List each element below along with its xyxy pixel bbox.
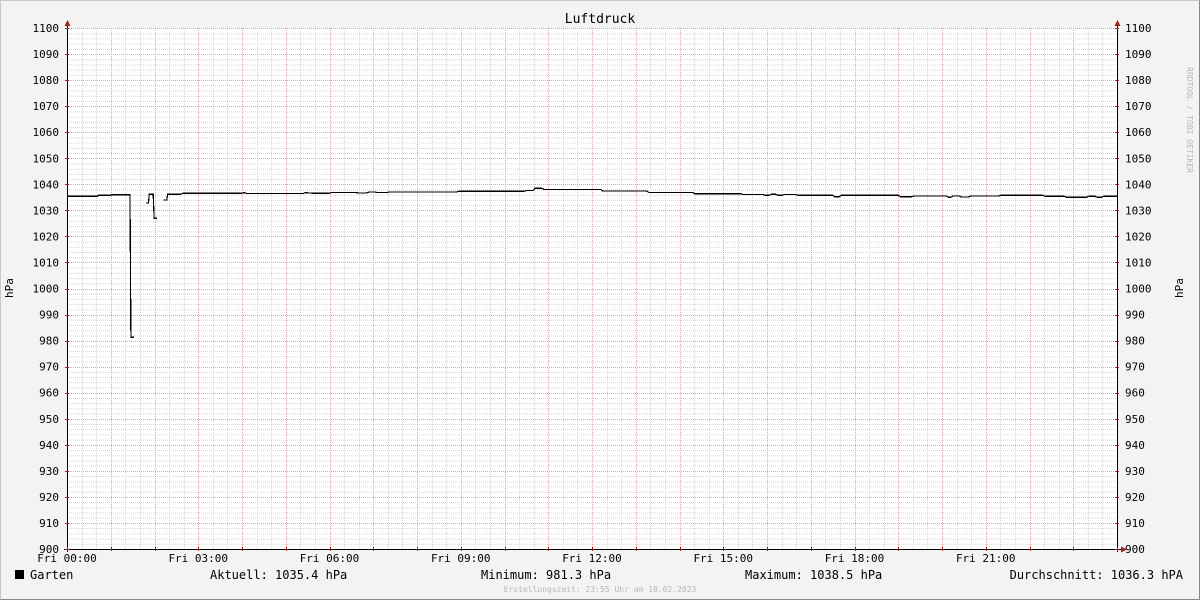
y-axis-right-arrow: [1114, 20, 1121, 26]
y-tick-label-left: 1090: [33, 48, 60, 61]
y-tick-label-right: 1030: [1125, 204, 1152, 217]
y-tick-label-right: 930: [1125, 465, 1145, 478]
y-tick-label-left: 990: [39, 309, 59, 322]
x-tick-label: Fri 09:00: [431, 552, 491, 565]
y-tick-label-right: 1080: [1125, 74, 1152, 87]
y-tick-label-left: 1000: [33, 283, 60, 296]
y-tick-label-right: 1060: [1125, 126, 1152, 139]
legend-swatch: [15, 570, 24, 579]
y-tick-label-left: 1070: [33, 100, 60, 113]
x-tick-label: Fri 06:00: [300, 552, 360, 565]
y-tick-label-right: 940: [1125, 439, 1145, 452]
y-axis-left-labels: 9009109209309409509609709809901000101010…: [33, 22, 60, 556]
y-tick-label-right: 1100: [1125, 22, 1152, 35]
y-tick-label-right: 920: [1125, 491, 1145, 504]
x-tick-label: Fri 12:00: [562, 552, 622, 565]
y-axis-label-right: hPa: [1173, 278, 1186, 298]
y-tick-label-left: 1040: [33, 178, 60, 191]
y-tick-label-left: 970: [39, 361, 59, 374]
y-tick-label-left: 1080: [33, 74, 60, 87]
x-tick-label: Fri 21:00: [956, 552, 1016, 565]
y-axis-label-left: hPa: [3, 278, 16, 298]
y-tick-label-right: 1090: [1125, 48, 1152, 61]
y-tick-label-left: 1050: [33, 152, 60, 165]
legend-current: Aktuell: 1035.4 hPa: [210, 568, 347, 582]
x-axis-labels: Fri 00:00 Fri 03:00 Fri 06:00 Fri 09:00 Fri …: [37, 552, 1015, 565]
y-tick-label-left: 1020: [33, 230, 60, 243]
watermark: RRDTOOL / TOBI OETIKER: [1185, 67, 1194, 173]
y-tick-label-left: 1100: [33, 22, 60, 35]
y-tick-label-right: 1010: [1125, 256, 1152, 269]
chart-title: Luftdruck: [565, 12, 636, 27]
y-axis-left-arrow: [64, 20, 71, 26]
y-tick-label-left: 910: [39, 517, 59, 530]
y-tick-label-right: 910: [1125, 517, 1145, 530]
x-tick-label: Fri 03:00: [168, 552, 228, 565]
legend-average: Durchschnitt: 1036.3 hPA: [1010, 568, 1184, 582]
legend-maximum: Maximum: 1038.5 hPa: [745, 568, 882, 582]
y-tick-label-right: 1070: [1125, 100, 1152, 113]
y-axis-right-labels: 900 910 920 930 940 950 960 970 980 990 1000 1010 10…: [1125, 22, 1152, 556]
y-tick-label-right: 990: [1125, 309, 1145, 322]
y-tick-label-left: 960: [39, 387, 59, 400]
y-tick-label-right: 1020: [1125, 230, 1152, 243]
legend-minimum: Minimum: 981.3 hPa: [481, 568, 611, 582]
y-tick-label-left: 1060: [33, 126, 60, 139]
y-tick-label-left: 920: [39, 491, 59, 504]
y-tick-label-left: 1030: [33, 204, 60, 217]
y-tick-label-right: 1050: [1125, 152, 1152, 165]
y-tick-label-right: 950: [1125, 413, 1145, 426]
y-tick-label-left: 980: [39, 335, 59, 348]
y-tick-label-right: 900: [1125, 543, 1145, 556]
x-tick-label: Fri 18:00: [825, 552, 885, 565]
y-tick-label-left: 930: [39, 465, 59, 478]
x-tick-label: Fri 00:00: [37, 552, 97, 565]
y-tick-label-left: 950: [39, 413, 59, 426]
y-tick-label-right: 1000: [1125, 283, 1152, 296]
footer-timestamp: Erstellungszeit: 23:55 Uhr am 10.02.2023: [504, 585, 697, 594]
y-tick-label-right: 960: [1125, 387, 1145, 400]
x-tick-label: Fri 15:00: [693, 552, 753, 565]
y-tick-label-left: 940: [39, 439, 59, 452]
legend-series-label: Garten: [30, 568, 73, 582]
y-tick-label-left: 1010: [33, 256, 60, 269]
y-tick-label-right: 970: [1125, 361, 1145, 374]
y-tick-label-right: 1040: [1125, 178, 1152, 191]
pressure-chart: Luftdruck RRDTOOL / TOBI OETIKER 9009109…: [3, 12, 1194, 594]
y-tick-label-right: 980: [1125, 335, 1145, 348]
